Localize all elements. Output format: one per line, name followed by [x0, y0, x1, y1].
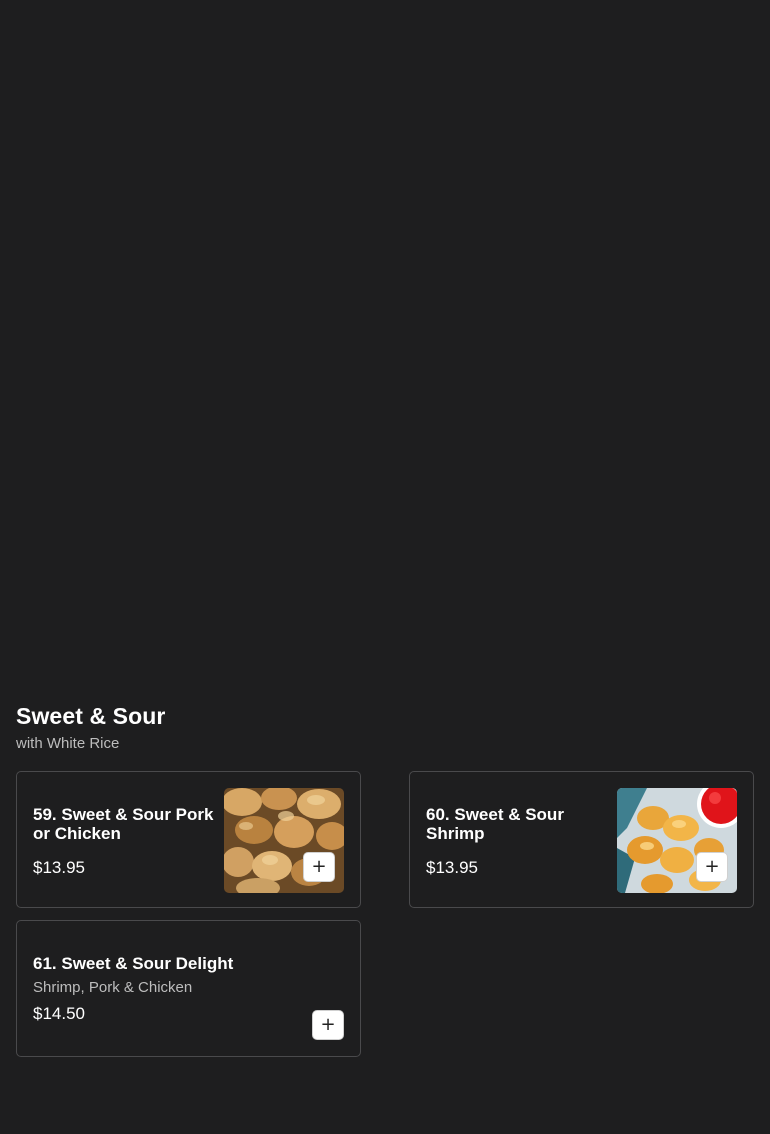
menu-item-text: 59. Sweet & Sour Pork or Chicken $13.95 — [33, 805, 215, 878]
menu-item-name: 60. Sweet & Sour Shrimp — [426, 805, 564, 843]
menu-item-price: $13.95 — [426, 858, 478, 877]
section-title: Sweet & Sour — [16, 703, 166, 729]
menu-item-text: 60. Sweet & Sour Shrimp $13.95 — [426, 805, 608, 878]
add-to-cart-button[interactable]: + — [312, 1010, 344, 1040]
menu-item-card-59[interactable]: 59. Sweet & Sour Pork or Chicken $13.95 — [16, 771, 361, 908]
menu-item-description: Shrimp, Pork & Chicken — [33, 979, 193, 996]
menu-item-price: $13.95 — [33, 858, 85, 877]
menu-section-sweet-sour: Sweet & Sour with White Rice 59. Sweet &… — [16, 700, 754, 1057]
menu-item-name: 61. Sweet & Sour Delight — [33, 954, 234, 973]
menu-item-card-60[interactable]: 60. Sweet & Sour Shrimp $13.95 + — [409, 771, 754, 908]
menu-item-card-61[interactable]: 61. Sweet & Sour Delight Shrimp, Pork & … — [16, 920, 361, 1057]
add-to-cart-button[interactable]: + — [696, 852, 728, 882]
add-to-cart-button[interactable]: + — [303, 852, 335, 882]
menu-item-text: 61. Sweet & Sour Delight Shrimp, Pork & … — [33, 954, 333, 1024]
menu-page: Sweet & Sour with White Rice 59. Sweet &… — [0, 0, 770, 1134]
menu-item-price: $14.50 — [33, 1004, 85, 1023]
section-subtitle: with White Rice — [16, 735, 120, 752]
menu-item-grid: 59. Sweet & Sour Pork or Chicken $13.95 — [16, 771, 754, 1057]
menu-item-name: 59. Sweet & Sour Pork or Chicken — [33, 805, 214, 843]
